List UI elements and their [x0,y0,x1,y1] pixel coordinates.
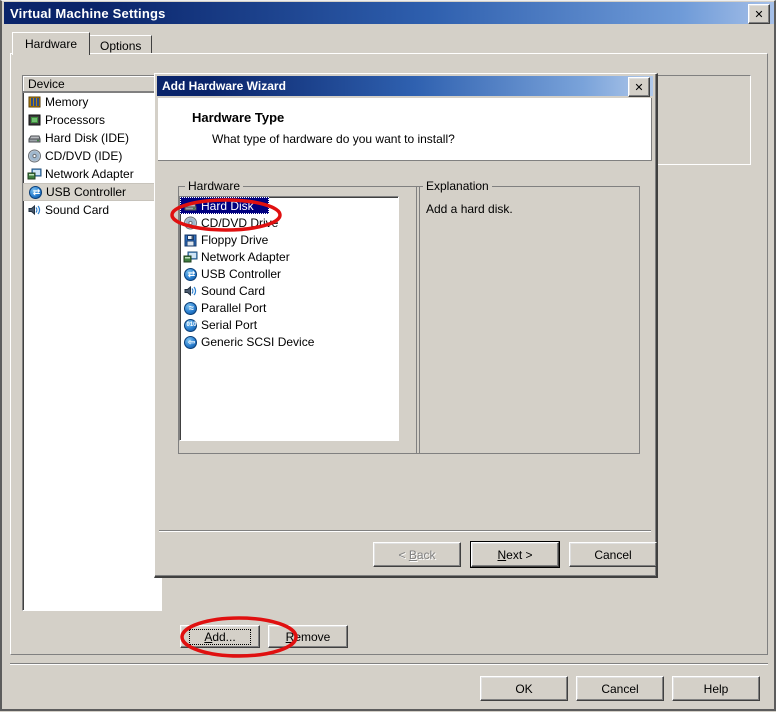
device-summary-panel [655,75,751,165]
hardware-type-item[interactable]: Floppy Drive [180,231,398,248]
device-list[interactable]: Device Memory Processors Hard Disk (IDE) CD… [22,75,162,611]
network-adapter-icon [183,250,198,264]
device-list-item-label: Hard Disk (IDE) [45,131,129,145]
device-list-item[interactable]: CD/DVD (IDE) [23,147,161,165]
wizard-title: Add Hardware Wizard [162,79,286,93]
hardware-type-item[interactable]: CD/DVD Drive [180,214,398,231]
device-list-item[interactable]: Memory [23,93,161,111]
tab-hardware-label: Hardware [25,37,77,51]
tab-strip: Hardware Options [12,33,151,55]
close-icon[interactable]: ✕ [628,77,650,97]
hardware-type-item-label: Sound Card [201,284,265,298]
cd-dvd-icon [183,216,198,230]
device-list-item[interactable]: ⇄USB Controller [23,183,161,201]
help-button[interactable]: Help [672,676,760,701]
scsi-device-icon: ⇦ [183,335,198,349]
wizard-body: Hardware Explanation Hard Disk CD/DVD Dri… [158,164,652,530]
device-list-rows: Memory Processors Hard Disk (IDE) CD/DVD (I… [23,93,161,219]
usb-controller-icon: ⇄ [183,267,198,281]
hardware-type-item[interactable]: Sound Card [180,282,398,299]
tab-options[interactable]: Options [89,35,152,55]
back-button-label: < Back [398,548,435,562]
footer-separator [10,663,768,665]
device-list-item[interactable]: Network Adapter [23,165,161,183]
hard-disk-icon [27,131,42,145]
back-button[interactable]: < Back [373,542,461,567]
wizard-cancel-button[interactable]: Cancel [569,542,657,567]
footer-buttons: OK Cancel Help [480,676,760,701]
wizard-separator [159,530,651,532]
wizard-buttons: < Back Next > Cancel [373,542,657,567]
device-list-item-label: USB Controller [46,185,126,199]
processor-icon [27,113,42,127]
device-list-item[interactable]: Hard Disk (IDE) [23,129,161,147]
tab-hardware[interactable]: Hardware [12,32,90,55]
hardware-type-list[interactable]: Hard Disk CD/DVD Drive Floppy Drive Network… [179,196,399,441]
device-column-header: Device [28,77,65,91]
wizard-title-bar: Add Hardware Wizard ✕ [157,76,653,96]
help-button-label: Help [704,682,729,696]
add-button[interactable]: Add... [180,625,260,648]
sound-card-icon [27,203,42,217]
device-action-buttons: Add... Remove [180,625,348,648]
hardware-type-item-label: Generic SCSI Device [201,335,314,349]
serial-port-icon: 010 [183,318,198,332]
hardware-group-label: Hardware [185,179,243,193]
device-list-item-label: Sound Card [45,203,109,217]
ok-button[interactable]: OK [480,676,568,701]
hardware-type-item-label: USB Controller [201,267,281,281]
cancel-button[interactable]: Cancel [576,676,664,701]
hardware-type-item[interactable]: Hard Disk [180,197,269,214]
device-list-item[interactable]: Processors [23,111,161,129]
hardware-type-item-label: Floppy Drive [201,233,268,247]
close-icon[interactable]: ✕ [748,4,770,24]
wizard-banner: Hardware Type What type of hardware do y… [158,98,652,161]
device-list-header: Device [23,76,161,93]
add-button-label: Add... [189,629,250,645]
hard-disk-icon [183,199,198,213]
hardware-type-item-label: CD/DVD Drive [201,216,278,230]
remove-button-label: Remove [286,630,331,644]
cd-dvd-icon [27,149,42,163]
explanation-text: Add a hard disk. [426,202,513,216]
wizard-cancel-button-label: Cancel [594,548,631,562]
explanation-group-box: Explanation [416,186,640,454]
memory-icon [27,95,42,109]
device-list-item-label: CD/DVD (IDE) [45,149,122,163]
explanation-group-label: Explanation [423,179,492,193]
usb-controller-icon: ⇄ [28,185,43,199]
add-hardware-wizard-dialog: Add Hardware Wizard ✕ Hardware Type What… [154,73,658,578]
next-button[interactable]: Next > [471,542,559,567]
hardware-type-item[interactable]: 010Serial Port [180,316,398,333]
remove-button[interactable]: Remove [268,625,348,648]
hardware-type-item-label: Parallel Port [201,301,266,315]
next-button-label: Next > [497,548,532,562]
window-title-bar: Virtual Machine Settings ✕ [4,2,774,24]
virtual-machine-settings-window: Virtual Machine Settings ✕ Hardware Opti… [0,0,776,711]
network-adapter-icon [27,167,42,181]
device-list-item[interactable]: Sound Card [23,201,161,219]
sound-card-icon [183,284,198,298]
ok-button-label: OK [515,682,532,696]
device-list-item-label: Memory [45,95,88,109]
device-list-item-label: Processors [45,113,105,127]
hardware-type-item-label: Network Adapter [201,250,290,264]
hardware-type-item[interactable]: ⇄USB Controller [180,265,398,282]
wizard-heading: Hardware Type [192,110,284,125]
window-title: Virtual Machine Settings [10,6,166,21]
tab-options-label: Options [100,39,141,53]
hardware-type-item[interactable]: ⇦Generic SCSI Device [180,333,398,350]
floppy-drive-icon [183,233,198,247]
hardware-type-item-label: Serial Port [201,318,257,332]
hardware-type-item[interactable]: Network Adapter [180,248,398,265]
wizard-subheading: What type of hardware do you want to ins… [212,132,455,146]
hardware-type-item[interactable]: ≈Parallel Port [180,299,398,316]
device-list-item-label: Network Adapter [45,167,134,181]
parallel-port-icon: ≈ [183,301,198,315]
cancel-button-label: Cancel [601,682,638,696]
hardware-type-item-label: Hard Disk [201,199,254,213]
hardware-type-rows: Hard Disk CD/DVD Drive Floppy Drive Network… [180,197,398,350]
